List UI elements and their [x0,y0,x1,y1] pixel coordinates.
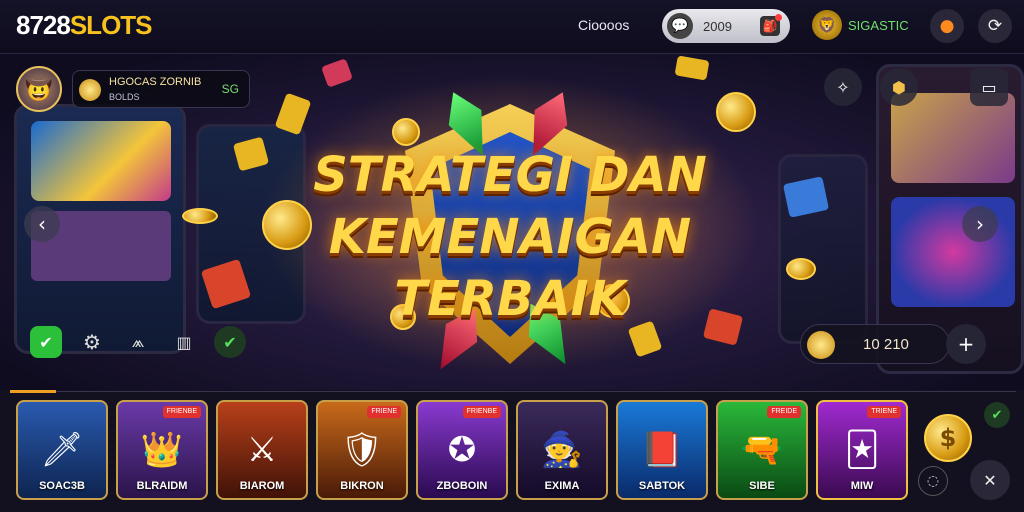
chest-icon: ⬢ [892,77,906,97]
slot-screen-lower [891,197,1015,307]
game-label: SOAC3B [39,480,85,492]
game-label: BIKRON [340,480,384,492]
gold-coin [392,118,420,146]
spin-icon[interactable]: ◌ [918,466,948,496]
game-badge: FRIENBE [162,406,201,418]
game-badge: FRIENBE [462,406,501,418]
compass-button[interactable]: ✧ [824,68,862,106]
game-tile[interactable]: 🗡 SOAC3B [16,400,108,500]
strip-divider [56,391,1016,392]
game-tile[interactable]: 🛡 FRIENE BIKRON [316,400,408,500]
coin-icon [807,331,835,359]
game-label: MIW [850,480,874,492]
headline-line-1: STRATEGI DAN [313,147,707,203]
gold-coin [182,208,218,224]
top-bar: 8728SLOTS Cioooos 💬 2009 🎒 🦁 SIGASTIC ● … [0,0,1024,54]
game-badge: FRIENE [367,406,401,418]
hero-action-icons: ✔ ⚙ ⩕ ▥ ✔ [30,326,246,358]
game-label: SIBE [749,480,775,492]
slot-screen [31,121,171,201]
game-label: BIAROM [239,480,285,492]
coin-button[interactable]: $ [924,414,972,462]
game-tile[interactable]: 🧙 EXIMA [516,400,608,500]
fullscreen-icon: ▭ [981,77,997,97]
verified-icon[interactable]: ✔ [214,326,246,358]
balance-panel[interactable]: HGOCAS ZORNIB BOLDS SG [72,70,250,108]
slot-screen [891,93,1015,183]
building-icon[interactable]: ▥ [168,326,200,358]
hero-banner[interactable]: STRATEGI DAN KEMENAIGAN TERBAIK 🤠 HGOCAS… [0,54,1024,390]
close-button[interactable]: ✕ [970,460,1010,500]
chevron-left-icon: ‹ [38,212,46,236]
game-label: SABTOK [638,480,686,492]
refresh-button[interactable]: ⟳ [978,9,1012,43]
fullscreen-button[interactable]: ▭ [970,68,1008,106]
profile-name: SIGASTIC [848,17,909,33]
score-panel[interactable]: 10 210 [800,324,950,364]
game-tile[interactable]: 🔫 FREIDE SIBE [716,400,808,500]
logo-text: SLOTS [69,10,153,40]
game-label: ZBOBOIN [436,480,488,492]
plus-icon: + [957,332,975,356]
game-badge: TRIENE [867,406,901,418]
game-tile[interactable]: 📕 SABTOK [616,400,708,500]
balance-title: HGOCAS ZORNIB [109,76,202,88]
game-badge: FREIDE [767,406,801,418]
check-icon[interactable]: ✔ [30,326,62,358]
strip-accent [10,390,56,393]
logo-number: 8728 [16,10,71,40]
chevron-right-icon: › [976,212,984,236]
site-logo[interactable]: 8728SLOTS [16,10,153,41]
verified-icon[interactable]: ✔ [984,402,1010,428]
notification-dot [775,14,782,21]
game-tile[interactable]: 🃏 TRIENE MIW [816,400,908,500]
compass-icon: ✧ [836,77,850,97]
game-tile[interactable]: ✪ FRIENBE ZBOBOIN [416,400,508,500]
search-value: 2009 [703,18,732,34]
gold-coin [716,92,756,132]
game-tile[interactable]: ⚔ BIAROM [216,400,308,500]
score-value: 10 210 [863,336,909,353]
gear-icon[interactable]: ⚙ [76,326,108,358]
game-tiles: 🗡 SOAC3B 👑 FRIENBE BLRAIDM ⚔ BIAROM 🛡 FR… [16,400,908,500]
profile-avatar[interactable]: 🦁 [812,10,842,40]
profile[interactable]: 🦁 SIGASTIC [812,10,909,40]
chest-button[interactable]: ⬢ [880,68,918,106]
coin-icon [79,79,101,101]
fire-button[interactable]: ● [930,9,964,43]
fire-icon: ● [939,16,955,36]
header-label[interactable]: Cioooos [578,17,629,33]
add-button[interactable]: + [946,324,986,364]
balance-currency: SG [221,82,239,96]
prev-slide-button[interactable]: ‹ [24,206,60,242]
chat-icon[interactable]: 💬 [667,13,693,39]
game-label: BLRAIDM [136,480,188,492]
refresh-icon: ⟳ [987,16,1003,36]
game-tile[interactable]: 👑 FRIENBE BLRAIDM [116,400,208,500]
game-strip: 🗡 SOAC3B 👑 FRIENBE BLRAIDM ⚔ BIAROM 🛡 FR… [0,390,1024,512]
balance-subtitle: BOLDS [109,92,140,102]
chart-icon[interactable]: ⩕ [122,326,154,358]
gold-coin [786,258,816,280]
search-pill[interactable]: 💬 2009 🎒 [662,9,790,43]
player-avatar[interactable]: 🤠 [16,66,62,112]
next-slide-button[interactable]: › [962,206,998,242]
game-label: EXIMA [544,480,580,492]
close-icon: ✕ [983,470,997,490]
headline-line-2: KEMENAIGAN TERBAIK [328,209,692,327]
hero-headline: STRATEGI DAN KEMENAIGAN TERBAIK [240,144,780,330]
